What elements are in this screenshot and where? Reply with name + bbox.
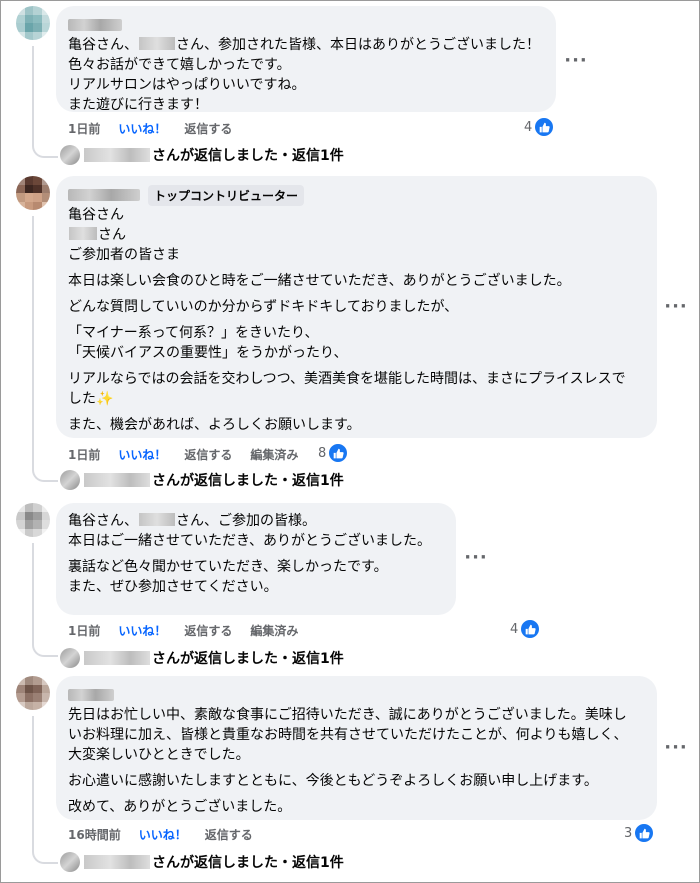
like-button[interactable]: いいね！ xyxy=(118,446,166,463)
comment-text: 「マイナー系って何系？」をきいたり、 xyxy=(68,325,319,341)
comment-text: 先日はお忙しい中、素敵な食事にご招待いただき、誠にありがとうございました。美味し xyxy=(68,707,627,723)
author-name[interactable] xyxy=(68,189,140,201)
thread-line xyxy=(32,716,58,864)
reply-button[interactable]: 返信する xyxy=(184,446,232,463)
comment-text: また、機会があれば、よろしくお願いします。 xyxy=(68,417,361,433)
avatar[interactable] xyxy=(16,503,50,537)
thumbs-up-icon xyxy=(328,443,349,463)
sparkle-emoji: ✨ xyxy=(96,391,114,407)
comment-actions: 16時間前 いいね！ 返信する xyxy=(68,824,253,844)
comment-text: また、ぜひ参加させてください。 xyxy=(68,579,278,595)
replier-avatar xyxy=(60,852,80,872)
comment-text: 裏話など色々聞かせていただき、楽しかったです。 xyxy=(68,559,388,575)
thumbs-up-icon xyxy=(534,117,555,137)
comment-text: どんな質問していいのか分からずドキドキしておりましたが、 xyxy=(68,299,459,315)
view-replies-link[interactable]: さんが返信しました・返信1件 xyxy=(60,143,344,167)
thumbs-up-icon xyxy=(520,619,541,639)
view-replies-link[interactable]: さんが返信しました・返信1件 xyxy=(60,646,344,670)
comment-text: した xyxy=(68,391,96,407)
thumbs-up-icon xyxy=(634,823,655,843)
comment-text: また遊びに行きます！ xyxy=(68,97,208,113)
replier-avatar xyxy=(60,470,80,490)
comment-text: 改めて、ありがとうございました。 xyxy=(68,799,292,815)
reaction-count[interactable]: 8 xyxy=(318,443,349,463)
mention[interactable] xyxy=(139,37,175,50)
comment-text: さん xyxy=(98,227,126,243)
view-replies-link[interactable]: さんが返信しました・返信1件 xyxy=(60,850,344,874)
comment-actions: 1日前 いいね！ 返信する xyxy=(68,118,232,138)
view-replies-link[interactable]: さんが返信しました・返信1件 xyxy=(60,468,344,492)
comment-text: 「天候バイアスの重要性」をうかがったり、 xyxy=(68,345,348,361)
more-options-icon[interactable]: ··· xyxy=(662,738,690,766)
like-button[interactable]: いいね！ xyxy=(118,120,166,137)
reaction-count[interactable]: 3 xyxy=(624,823,655,843)
comment-text: いお料理に加え、皆様と貴重なお時間を共有させていただけたことが、何よりも嬉しく、 xyxy=(68,727,628,743)
edited-label: 編集済み xyxy=(250,447,299,462)
comment-actions: 1日前 いいね！ 返信する 編集済み xyxy=(68,444,298,464)
comment-bubble: トップコントリビューター 亀谷さん さん ご参加者の皆さま 本日は楽しい会食のひ… xyxy=(56,176,657,438)
reaction-count[interactable]: 4 xyxy=(524,117,555,137)
like-button[interactable]: いいね！ xyxy=(118,622,166,639)
timestamp[interactable]: 16時間前 xyxy=(68,826,121,843)
comment-text: 大変楽しいひとときでした。 xyxy=(68,747,250,763)
replier-name xyxy=(84,148,150,162)
comment-text: ご参加者の皆さま xyxy=(68,247,180,263)
avatar[interactable] xyxy=(16,176,50,210)
avatar[interactable] xyxy=(16,676,50,710)
comment-bubble: 先日はお忙しい中、素敵な食事にご招待いただき、誠にありがとうございました。美味し… xyxy=(56,676,657,820)
edited-label: 編集済み xyxy=(250,623,299,638)
comment-text: 亀谷さん、 xyxy=(68,37,138,53)
comment-text: 亀谷さん、 xyxy=(68,513,138,529)
reply-button[interactable]: 返信する xyxy=(184,120,232,137)
more-options-icon[interactable]: ··· xyxy=(562,51,590,79)
more-options-icon[interactable]: ··· xyxy=(462,548,490,576)
comment-text: 本日は楽しい会食のひと時をご一緒させていただき、ありがとうございました。 xyxy=(68,273,571,289)
mention[interactable] xyxy=(139,513,175,526)
author-name[interactable] xyxy=(68,19,122,31)
thread-line xyxy=(32,543,58,657)
comment-bubble: 亀谷さん、 さん、参加された皆様、本日はありがとうございました！ 色々お話ができて… xyxy=(56,6,556,113)
replier-avatar xyxy=(60,145,80,165)
replier-avatar xyxy=(60,648,80,668)
comment-text: リアルサロンはやっぱりいいですね。 xyxy=(68,77,306,93)
timestamp[interactable]: 1日前 xyxy=(68,622,100,639)
comment-text: さん、ご参加の皆様。 xyxy=(176,513,316,529)
comment-text: 色々お話ができて嬉しかったです。 xyxy=(68,57,291,73)
like-button[interactable]: いいね！ xyxy=(139,826,187,843)
comment-text: 亀谷さん xyxy=(68,207,124,223)
more-options-icon[interactable]: ··· xyxy=(662,297,690,325)
comment-bubble: 亀谷さん、 さん、ご参加の皆様。 本日はご一緒させていただき、ありがとうございまし… xyxy=(56,503,456,615)
thread-line xyxy=(32,46,58,158)
reply-button[interactable]: 返信する xyxy=(184,622,232,639)
comment-text: リアルならではの会話を交わしつつ、美酒美食を堪能した時間は、まさにプライスレスで xyxy=(68,371,626,387)
replier-name xyxy=(84,855,150,869)
top-contributor-badge[interactable]: トップコントリビューター xyxy=(148,184,305,206)
reply-button[interactable]: 返信する xyxy=(205,826,253,843)
reaction-count[interactable]: 4 xyxy=(510,619,541,639)
mention[interactable] xyxy=(69,227,97,240)
comment-text: さん、参加された皆様、本日はありがとうございました！ xyxy=(176,37,540,53)
timestamp[interactable]: 1日前 xyxy=(68,446,100,463)
author-name[interactable] xyxy=(68,689,114,701)
comment-text: 本日はご一緒させていただき、ありがとうございました。 xyxy=(68,533,432,549)
replier-name xyxy=(84,651,150,665)
thread-line xyxy=(32,216,58,482)
comment-actions: 1日前 いいね！ 返信する 編集済み xyxy=(68,620,298,640)
avatar[interactable] xyxy=(16,6,50,40)
replier-name xyxy=(84,473,150,487)
timestamp[interactable]: 1日前 xyxy=(68,120,100,137)
comment-text: お心遣いに感謝いたしますとともに、今後ともどうぞよろしくお願い申し上げます。 xyxy=(68,773,598,789)
